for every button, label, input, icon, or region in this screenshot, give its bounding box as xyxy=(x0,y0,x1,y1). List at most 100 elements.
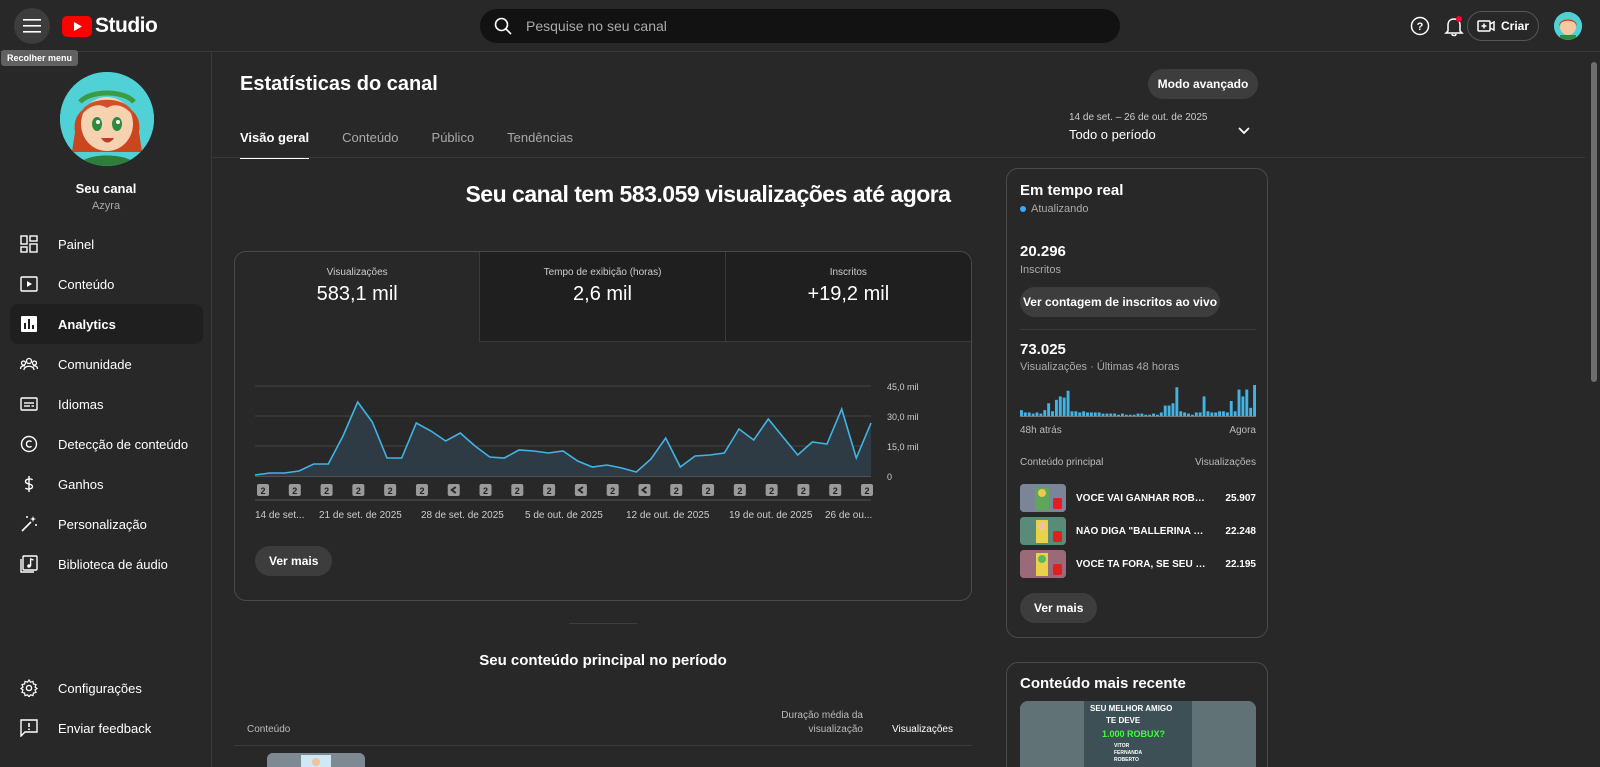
sidebar-item-analytics[interactable]: Analytics xyxy=(10,304,203,344)
thumbnail-image xyxy=(1020,550,1066,578)
realtime-bar xyxy=(1062,397,1066,417)
x-tick-label: 5 de out. de 2025 xyxy=(525,510,603,521)
advanced-mode-button[interactable]: Modo avançado xyxy=(1148,69,1258,99)
chevron-down-icon xyxy=(1238,127,1250,135)
upload-count: 2 xyxy=(801,486,806,496)
sidebar-item-idiomas[interactable]: Idiomas xyxy=(10,384,203,424)
sidebar-item-comunidade[interactable]: Comunidade xyxy=(10,344,203,384)
metric-value: 2,6 mil xyxy=(573,283,632,305)
upload-marker xyxy=(574,484,587,496)
period-selector[interactable]: 14 de set. – 26 de out. de 2025 Todo o p… xyxy=(1069,112,1269,142)
sidebar-item-feedback[interactable]: Enviar feedback xyxy=(10,708,203,748)
logo-text: Studio xyxy=(95,14,158,37)
search-input[interactable] xyxy=(526,18,1086,34)
column-header-views[interactable]: Visualizações xyxy=(873,724,953,735)
metric-tab-views[interactable]: Visualizações 583,1 mil xyxy=(235,252,481,342)
column-header-avg-duration[interactable]: Duração média da visualização xyxy=(753,709,863,737)
sidebar-item-ganhos[interactable]: Ganhos xyxy=(10,464,203,504)
thumbnail-name: VITOR xyxy=(1114,743,1130,749)
youtube-studio-logo[interactable]: Studio xyxy=(62,14,158,38)
sidebar-item-label: Biblioteca de áudio xyxy=(58,556,168,572)
realtime-bar xyxy=(1253,385,1256,417)
sidebar-item-label: Enviar feedback xyxy=(58,720,152,736)
realtime-card: Em tempo real Atualizando 20.296 Inscrit… xyxy=(1006,168,1268,638)
live-subscriber-count-button[interactable]: Ver contagem de inscritos ao vivo xyxy=(1020,287,1220,317)
tab-conteudo[interactable]: Conteúdo xyxy=(342,130,398,159)
account-avatar[interactable] xyxy=(1554,12,1582,40)
video-views: 22.248 xyxy=(1225,525,1256,537)
tab-tendencias[interactable]: Tendências xyxy=(507,130,573,159)
search-icon xyxy=(494,17,512,35)
create-label: Criar xyxy=(1500,19,1529,33)
upload-count: 2 xyxy=(419,486,424,496)
upload-count: 2 xyxy=(833,486,838,496)
tab-visao-geral[interactable]: Visão geral xyxy=(240,130,310,159)
analytics-icon xyxy=(21,316,37,332)
page-scrollbar[interactable] xyxy=(1588,52,1600,767)
realtime-col-content: Conteúdo principal xyxy=(1020,457,1104,468)
menu-toggle-button[interactable] xyxy=(14,8,50,44)
community-icon xyxy=(20,357,38,371)
realtime-status: Atualizando xyxy=(1020,203,1089,215)
video-thumbnail xyxy=(1020,517,1066,545)
upload-count: 2 xyxy=(737,486,742,496)
chart-see-more-button[interactable]: Ver mais xyxy=(255,546,333,576)
x-tick-label: 28 de set. de 2025 xyxy=(421,510,504,521)
realtime-top-row[interactable]: VOCÊ VAI GANHAR ROBUX 25.907 xyxy=(1020,484,1256,512)
video-title: VOCÊ VAI GANHAR ROBUX xyxy=(1076,492,1206,504)
thumbnail-image xyxy=(267,753,365,767)
metric-value: +19,2 mil xyxy=(807,283,890,305)
sidebar-bottom-nav: Configurações Enviar feedback xyxy=(10,668,203,748)
tab-publico[interactable]: Público xyxy=(432,130,475,159)
metric-tab-subscribers[interactable]: Inscritos +19,2 mil xyxy=(725,252,971,342)
upload-count: 2 xyxy=(388,486,393,496)
sidebar-item-configuracoes[interactable]: Configurações xyxy=(10,668,203,708)
top-content-thumbnail[interactable] xyxy=(267,753,365,767)
sidebar-item-biblioteca-audio[interactable]: Biblioteca de áudio xyxy=(10,544,203,584)
sidebar-nav: Painel Conteúdo Analytics Comunidade Idi… xyxy=(10,224,203,584)
notification-bell-icon[interactable] xyxy=(1443,15,1465,37)
section-divider xyxy=(569,623,637,624)
feedback-icon xyxy=(20,719,38,737)
realtime-bar xyxy=(1241,396,1245,417)
channel-avatar[interactable] xyxy=(60,72,154,166)
x-tick-label: 26 de ou... xyxy=(825,510,872,521)
column-header-content: Conteúdo xyxy=(247,724,291,735)
help-icon[interactable]: ? xyxy=(1410,16,1430,36)
collapse-menu-tooltip: Recolher menu xyxy=(1,50,79,66)
views-line-chart: 45,0 mil 30,0 mil 15,0 mil 0 2 2 2 2 2 2 2 2 2 2 2 2 2 2 2… xyxy=(254,382,919,521)
realtime-see-more-button[interactable]: Ver mais xyxy=(1020,593,1098,623)
recent-content-card: Conteúdo mais recente SEU MELHOR AMIGO T… xyxy=(1006,662,1268,767)
x-tick-label: 19 de out. de 2025 xyxy=(729,510,813,521)
sidebar-item-conteudo[interactable]: Conteúdo xyxy=(10,264,203,304)
sidebar-item-label: Comunidade xyxy=(58,356,132,372)
hamburger-icon xyxy=(23,19,41,33)
metric-tab-watch-time[interactable]: Tempo de exibição (horas) 2,6 mil xyxy=(480,252,726,342)
add-video-icon xyxy=(1477,20,1495,32)
realtime-top-row[interactable]: VOCÊ TA FORA, SE SEU NOME 22.195 xyxy=(1020,550,1256,578)
scrollbar-thumb[interactable] xyxy=(1591,62,1597,382)
sidebar-item-personalizacao[interactable]: Personalização xyxy=(10,504,203,544)
create-button[interactable]: Criar xyxy=(1467,11,1539,41)
period-range: 14 de set. – 26 de out. de 2025 xyxy=(1069,112,1208,123)
y-tick-label: 15,0 mil xyxy=(887,442,919,452)
analytics-tabs: Visão geral Conteúdo Público Tendências xyxy=(240,130,573,159)
realtime-end-label: Agora xyxy=(1229,425,1256,436)
realtime-bar xyxy=(1229,401,1233,417)
sidebar-item-label: Detecção de conteúdo xyxy=(58,436,189,452)
upload-count: 2 xyxy=(324,486,329,496)
video-views: 22.195 xyxy=(1225,558,1256,570)
search-bar[interactable] xyxy=(480,9,1120,43)
sidebar-item-label: Analytics xyxy=(58,316,116,332)
video-title: NÃO DIGA "BALLERINA CAPPUCCINA" xyxy=(1076,525,1206,537)
upload-marker xyxy=(638,484,651,496)
video-thumbnail xyxy=(1020,550,1066,578)
realtime-bar xyxy=(1237,389,1241,417)
sidebar-item-painel[interactable]: Painel xyxy=(10,224,203,264)
metric-value: 583,1 mil xyxy=(316,283,398,305)
realtime-divider xyxy=(1020,329,1256,330)
sidebar-item-deteccao[interactable]: Detecção de conteúdo xyxy=(10,424,203,464)
sidebar-item-label: Idiomas xyxy=(58,396,104,412)
realtime-top-row[interactable]: NÃO DIGA "BALLERINA CAPPUCCINA" 22.248 xyxy=(1020,517,1256,545)
recent-video-thumbnail[interactable]: SEU MELHOR AMIGO TE DEVE 1.000 ROBUX? VI… xyxy=(1020,701,1256,767)
